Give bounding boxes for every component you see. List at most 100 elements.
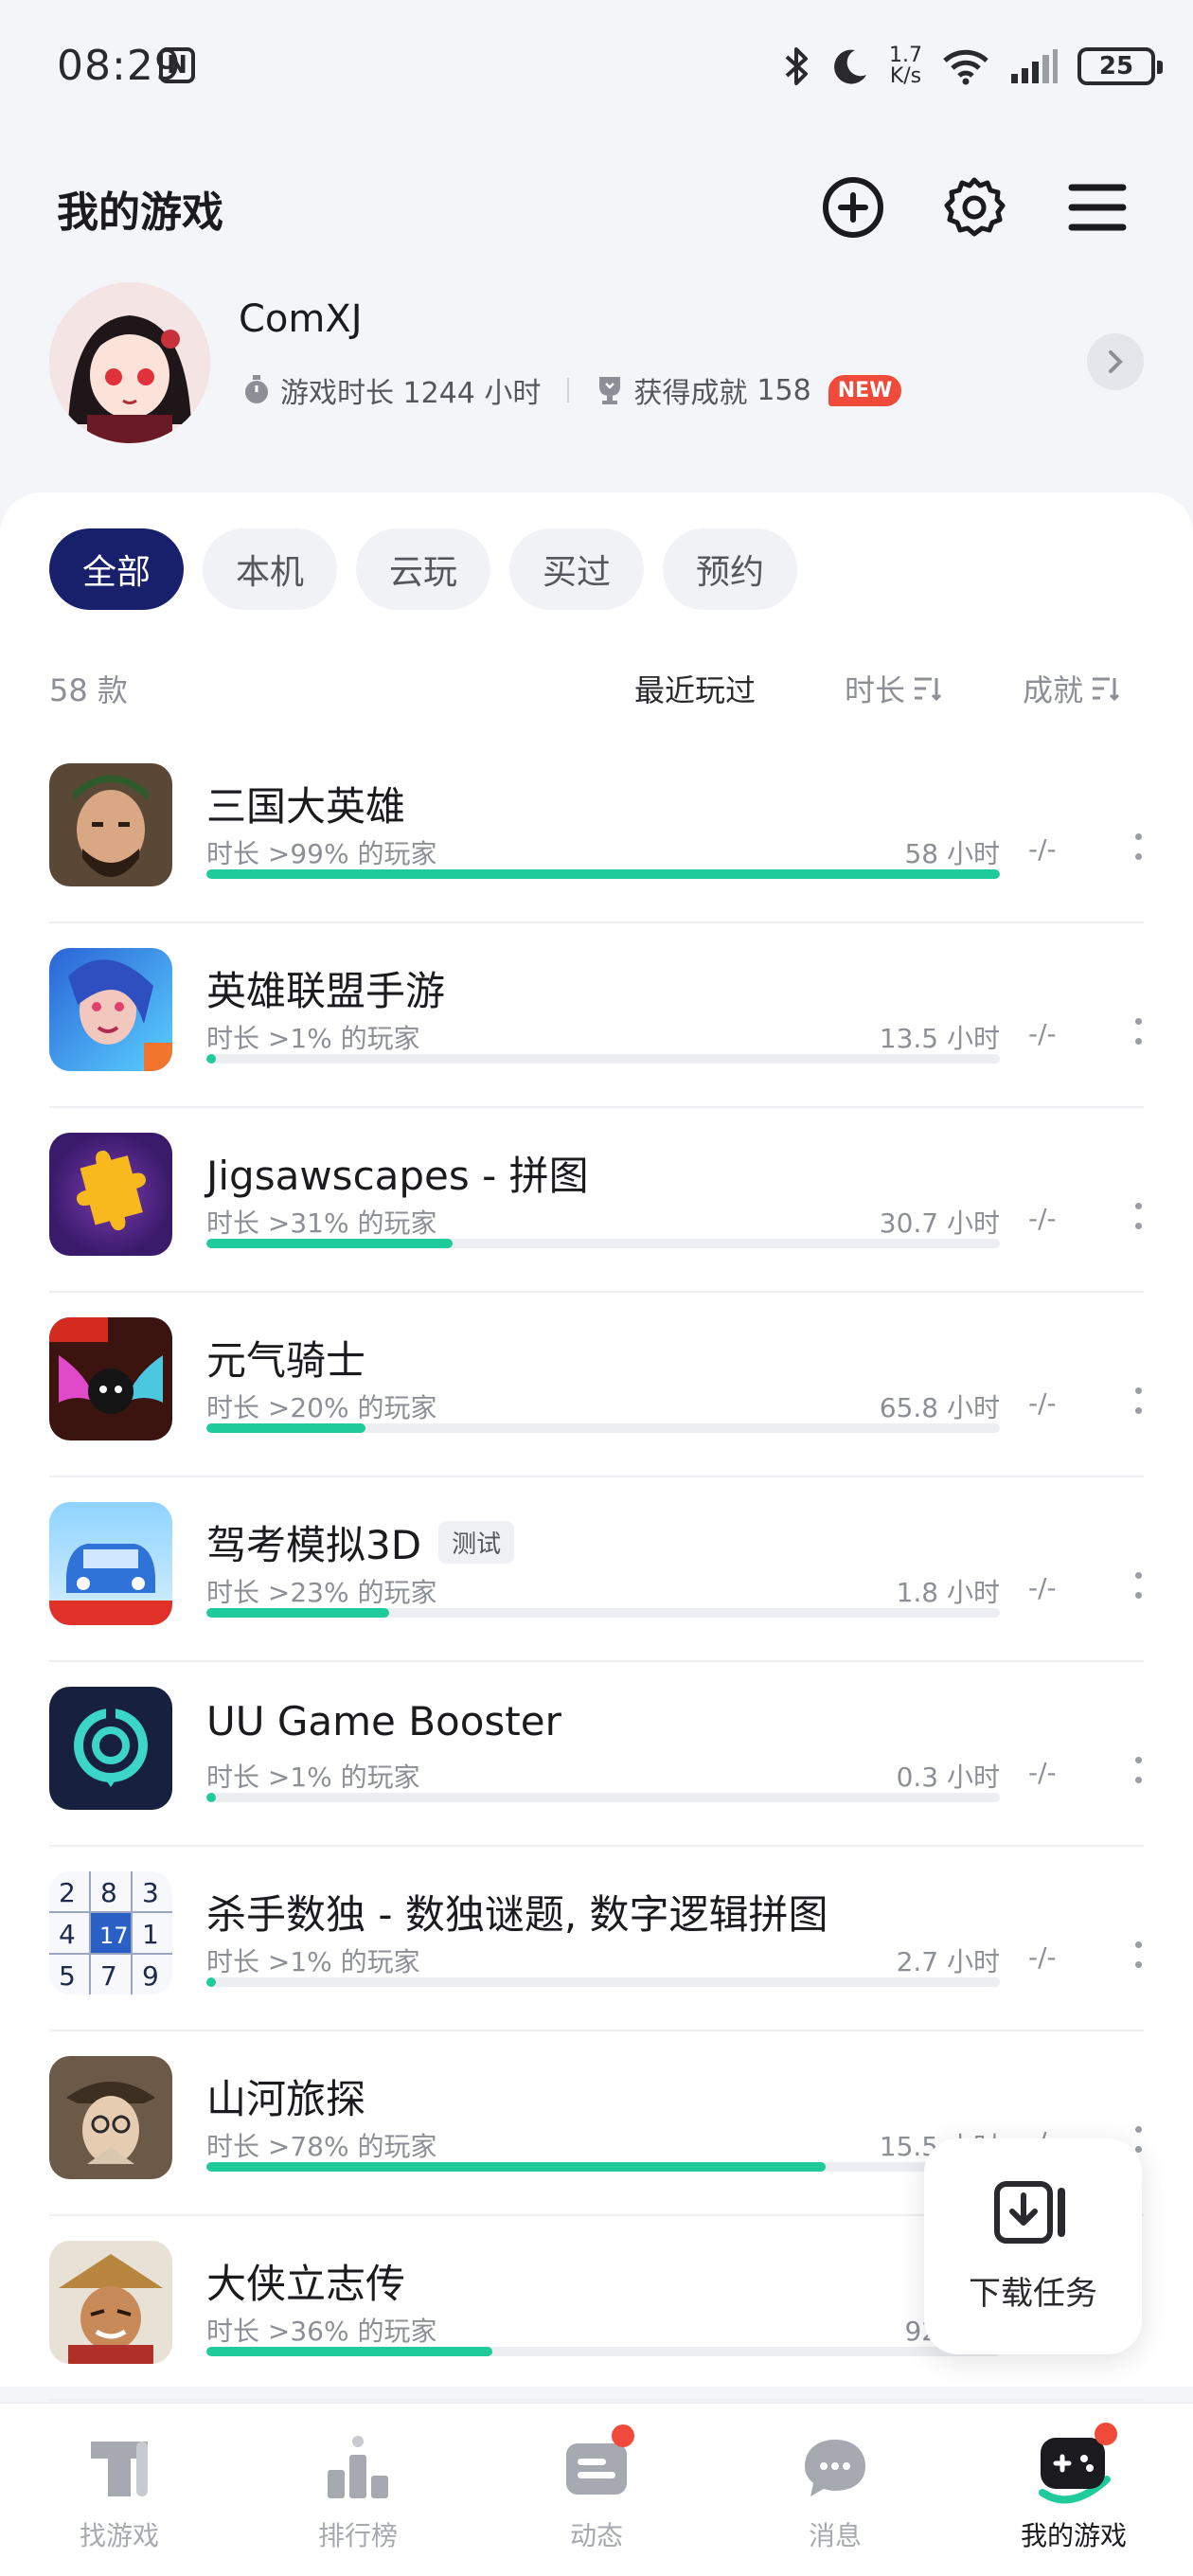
game-row[interactable]: 元气骑士 时长 >20% 的玩家 65.8 小时 -/- xyxy=(49,1293,1144,1477)
game-name: UU Game Booster xyxy=(206,1698,561,1744)
more-icon[interactable] xyxy=(1129,1012,1148,1050)
more-icon[interactable] xyxy=(1129,1936,1148,1974)
game-row[interactable]: UU Game Booster 时长 >1% 的玩家 0.3 小时 -/- xyxy=(49,1662,1144,1847)
game-hours: 58 小时 xyxy=(904,838,1000,869)
game-name: 元气骑士 xyxy=(206,1337,366,1384)
game-hours: 13.5 小时 xyxy=(879,1023,1000,1054)
more-icon[interactable] xyxy=(1129,1566,1148,1604)
status-bar: 08:29 N 1.7 K/s 25 xyxy=(0,0,1193,142)
add-icon xyxy=(823,177,883,238)
game-row[interactable]: Jigsawscapes - 拼图 时长 >31% 的玩家 30.7 小时 -/… xyxy=(49,1108,1144,1293)
sort-duration-label: 时长 xyxy=(845,672,906,708)
game-list-card: 全部 本机 云玩 买过 预约 58 款 最近玩过 时长 成就 三国大英雄 时长 … xyxy=(0,492,1193,2401)
playtime: 游戏时长 1244 小时 xyxy=(280,377,542,410)
sort-achievement-label: 成就 xyxy=(1023,672,1084,708)
more-icon[interactable] xyxy=(1129,1751,1148,1789)
game-icon-uu-booster xyxy=(49,1687,172,1810)
game-percentile: 时长 >78% 的玩家 xyxy=(206,2131,437,2162)
notification-dot xyxy=(1095,2423,1117,2445)
status-icons: 1.7 K/s 25 xyxy=(783,38,1163,95)
settings-button[interactable] xyxy=(939,172,1009,242)
divider xyxy=(567,378,570,402)
game-row[interactable]: 2 8 3 4 17 1 5 7 9 杀手数独 - 数独谜题, 数字逻辑拼图 时长 >1% 的玩… xyxy=(49,1847,1144,2031)
sort-icon xyxy=(915,677,942,702)
more-icon[interactable] xyxy=(1129,1382,1148,1420)
game-icon-sanguo xyxy=(49,763,172,886)
bottom-nav: 找游戏 排行榜 动态 消息 我的游戏 xyxy=(0,2402,1193,2576)
trophy-icon xyxy=(599,377,621,404)
more-icon[interactable] xyxy=(1129,1197,1148,1235)
chevron-right-icon xyxy=(1109,350,1123,373)
gear-icon xyxy=(944,177,1006,237)
svg-text:7: 7 xyxy=(100,1960,117,1992)
network-speed: 1.7 K/s xyxy=(889,45,922,87)
add-game-button[interactable] xyxy=(818,172,888,242)
filter-chip-local[interactable]: 本机 xyxy=(203,528,337,610)
game-achievements: -/- xyxy=(1028,1572,1057,1603)
filter-chips: 全部 本机 云玩 买过 预约 xyxy=(49,528,797,610)
svg-text:5: 5 xyxy=(59,1960,76,1992)
nav-feed[interactable]: 动态 xyxy=(477,2404,716,2576)
game-hours: 1.8 小时 xyxy=(896,1577,1000,1608)
nav-messages[interactable]: 消息 xyxy=(716,2404,954,2576)
download-task-label: 下载任务 xyxy=(969,2274,1097,2313)
game-achievements: -/- xyxy=(1028,833,1057,865)
game-achievements: -/- xyxy=(1028,1757,1057,1788)
filter-chip-cloud[interactable]: 云玩 xyxy=(356,528,490,610)
game-hours: 0.3 小时 xyxy=(896,1762,1000,1793)
wifi-icon xyxy=(943,49,988,85)
nav-my-games[interactable]: 我的游戏 xyxy=(954,2404,1193,2576)
filter-chip-all[interactable]: 全部 xyxy=(49,528,184,610)
game-icon-shanhe xyxy=(49,2056,172,2179)
game-icon-daxia xyxy=(49,2241,172,2364)
new-badge: NEW xyxy=(828,374,902,406)
game-row[interactable]: 英雄联盟手游 时长 >1% 的玩家 13.5 小时 -/- xyxy=(49,923,1144,1108)
game-name: 驾考模拟3D 测试 xyxy=(206,1513,515,1571)
stopwatch-icon xyxy=(245,375,268,403)
nav-label: 我的游戏 xyxy=(1020,2520,1127,2551)
playtime-bar-fill xyxy=(206,1977,217,1987)
game-row[interactable]: 驾考模拟3D 测试 时长 >23% 的玩家 1.8 小时 -/- xyxy=(49,1477,1144,1662)
avatar[interactable] xyxy=(49,282,210,443)
svg-text:17: 17 xyxy=(99,1923,129,1949)
playtime-bar xyxy=(206,1608,1000,1618)
nav-ranking[interactable]: 排行榜 xyxy=(239,2404,477,2576)
moon-icon xyxy=(834,49,866,84)
menu-icon xyxy=(1068,184,1127,231)
game-achievements: -/- xyxy=(1028,1018,1057,1049)
sort-icon xyxy=(1093,677,1120,702)
speed-value: 1.7 xyxy=(889,44,922,67)
playtime-bar-fill xyxy=(206,1608,389,1618)
sort-duration-button[interactable]: 时长 xyxy=(845,667,942,710)
game-row[interactable]: 三国大英雄 时长 >99% 的玩家 58 小时 -/- xyxy=(49,739,1144,923)
game-achievements: -/- xyxy=(1028,1203,1057,1234)
find-game-icon xyxy=(91,2442,148,2496)
game-icon-jigsaw xyxy=(49,1133,172,1256)
sort-achievement-button[interactable]: 成就 xyxy=(1023,667,1120,710)
profile-arrow-button[interactable] xyxy=(1087,333,1144,390)
nav-label: 排行榜 xyxy=(317,2520,398,2551)
download-task-button[interactable]: 下载任务 xyxy=(924,2138,1142,2354)
svg-text:1: 1 xyxy=(142,1919,159,1950)
nav-label: 找游戏 xyxy=(79,2520,159,2551)
username: ComXJ xyxy=(239,297,363,341)
achievements-label: 获得成就 xyxy=(633,377,748,410)
filter-chip-purchased[interactable]: 买过 xyxy=(509,528,644,610)
svg-text:3: 3 xyxy=(142,1877,159,1908)
playtime-bar xyxy=(206,1239,1000,1248)
svg-text:8: 8 xyxy=(100,1877,117,1908)
nav-find-game[interactable]: 找游戏 xyxy=(0,2404,239,2576)
battery-icon: 25 xyxy=(1077,47,1163,85)
download-icon xyxy=(994,2180,1065,2244)
sort-recent-button[interactable]: 最近玩过 xyxy=(634,667,756,710)
menu-button[interactable] xyxy=(1062,172,1132,242)
game-hours: 30.7 小时 xyxy=(879,1208,1000,1239)
game-icon-lol xyxy=(49,948,172,1071)
game-achievements: -/- xyxy=(1028,1387,1057,1419)
playtime-bar xyxy=(206,869,1000,879)
filter-chip-reserved[interactable]: 预约 xyxy=(663,528,797,610)
more-icon[interactable] xyxy=(1129,828,1148,866)
game-percentile: 时长 >36% 的玩家 xyxy=(206,2316,437,2347)
game-name: 三国大英雄 xyxy=(206,783,406,830)
svg-text:9: 9 xyxy=(142,1960,159,1992)
